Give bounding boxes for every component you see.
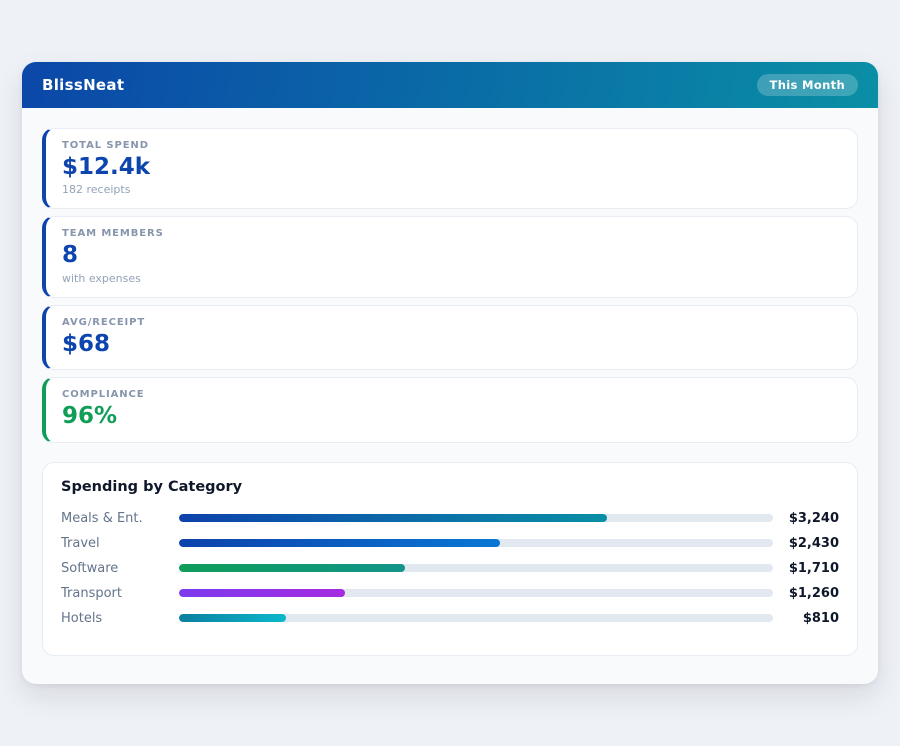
category-value: $1,710 [773,561,839,576]
bar-track [179,589,773,597]
stat-value: 96% [62,403,841,429]
stat-card-team-members: TEAM MEMBERS 8 with expenses [42,216,858,297]
bar-fill [179,564,405,572]
category-label: Hotels [61,611,179,626]
category-label: Software [61,561,179,576]
stat-card-avg-receipt: AVG/RECEIPT $68 [42,305,858,370]
bar-fill [179,514,607,522]
category-row-software: Software $1,710 [61,556,839,581]
bar-fill [179,589,345,597]
stat-value: $68 [62,331,841,357]
category-label: Transport [61,586,179,601]
stat-label: TEAM MEMBERS [62,228,841,239]
category-label: Meals & Ent. [61,511,179,526]
category-label: Travel [61,536,179,551]
stat-label: AVG/RECEIPT [62,317,841,328]
bar-fill [179,539,500,547]
app-header: BlissNeat This Month [22,62,878,108]
panel-title: Spending by Category [61,479,839,495]
stat-subtext: with expenses [62,272,841,285]
bar-track [179,514,773,522]
app-title: BlissNeat [42,76,124,94]
category-row-travel: Travel $2,430 [61,531,839,556]
bar-track [179,539,773,547]
stat-value: $12.4k [62,154,841,180]
category-value: $2,430 [773,536,839,551]
spending-by-category-panel: Spending by Category Meals & Ent. $3,240… [42,462,858,656]
stat-label: TOTAL SPEND [62,140,841,151]
category-row-hotels: Hotels $810 [61,606,839,631]
stat-subtext: 182 receipts [62,183,841,196]
bar-track [179,614,773,622]
period-badge[interactable]: This Month [757,74,859,96]
stat-card-total-spend: TOTAL SPEND $12.4k 182 receipts [42,128,858,209]
bar-track [179,564,773,572]
dashboard-body: TOTAL SPEND $12.4k 182 receipts TEAM MEM… [22,108,878,676]
bar-fill [179,614,286,622]
category-value: $1,260 [773,586,839,601]
stat-label: COMPLIANCE [62,389,841,400]
stat-value: 8 [62,242,841,268]
category-value: $810 [773,611,839,626]
category-row-transport: Transport $1,260 [61,581,839,606]
stat-card-compliance: COMPLIANCE 96% [42,377,858,442]
expense-dashboard-card: BlissNeat This Month TOTAL SPEND $12.4k … [22,62,878,684]
category-row-meals: Meals & Ent. $3,240 [61,506,839,531]
category-value: $3,240 [773,511,839,526]
